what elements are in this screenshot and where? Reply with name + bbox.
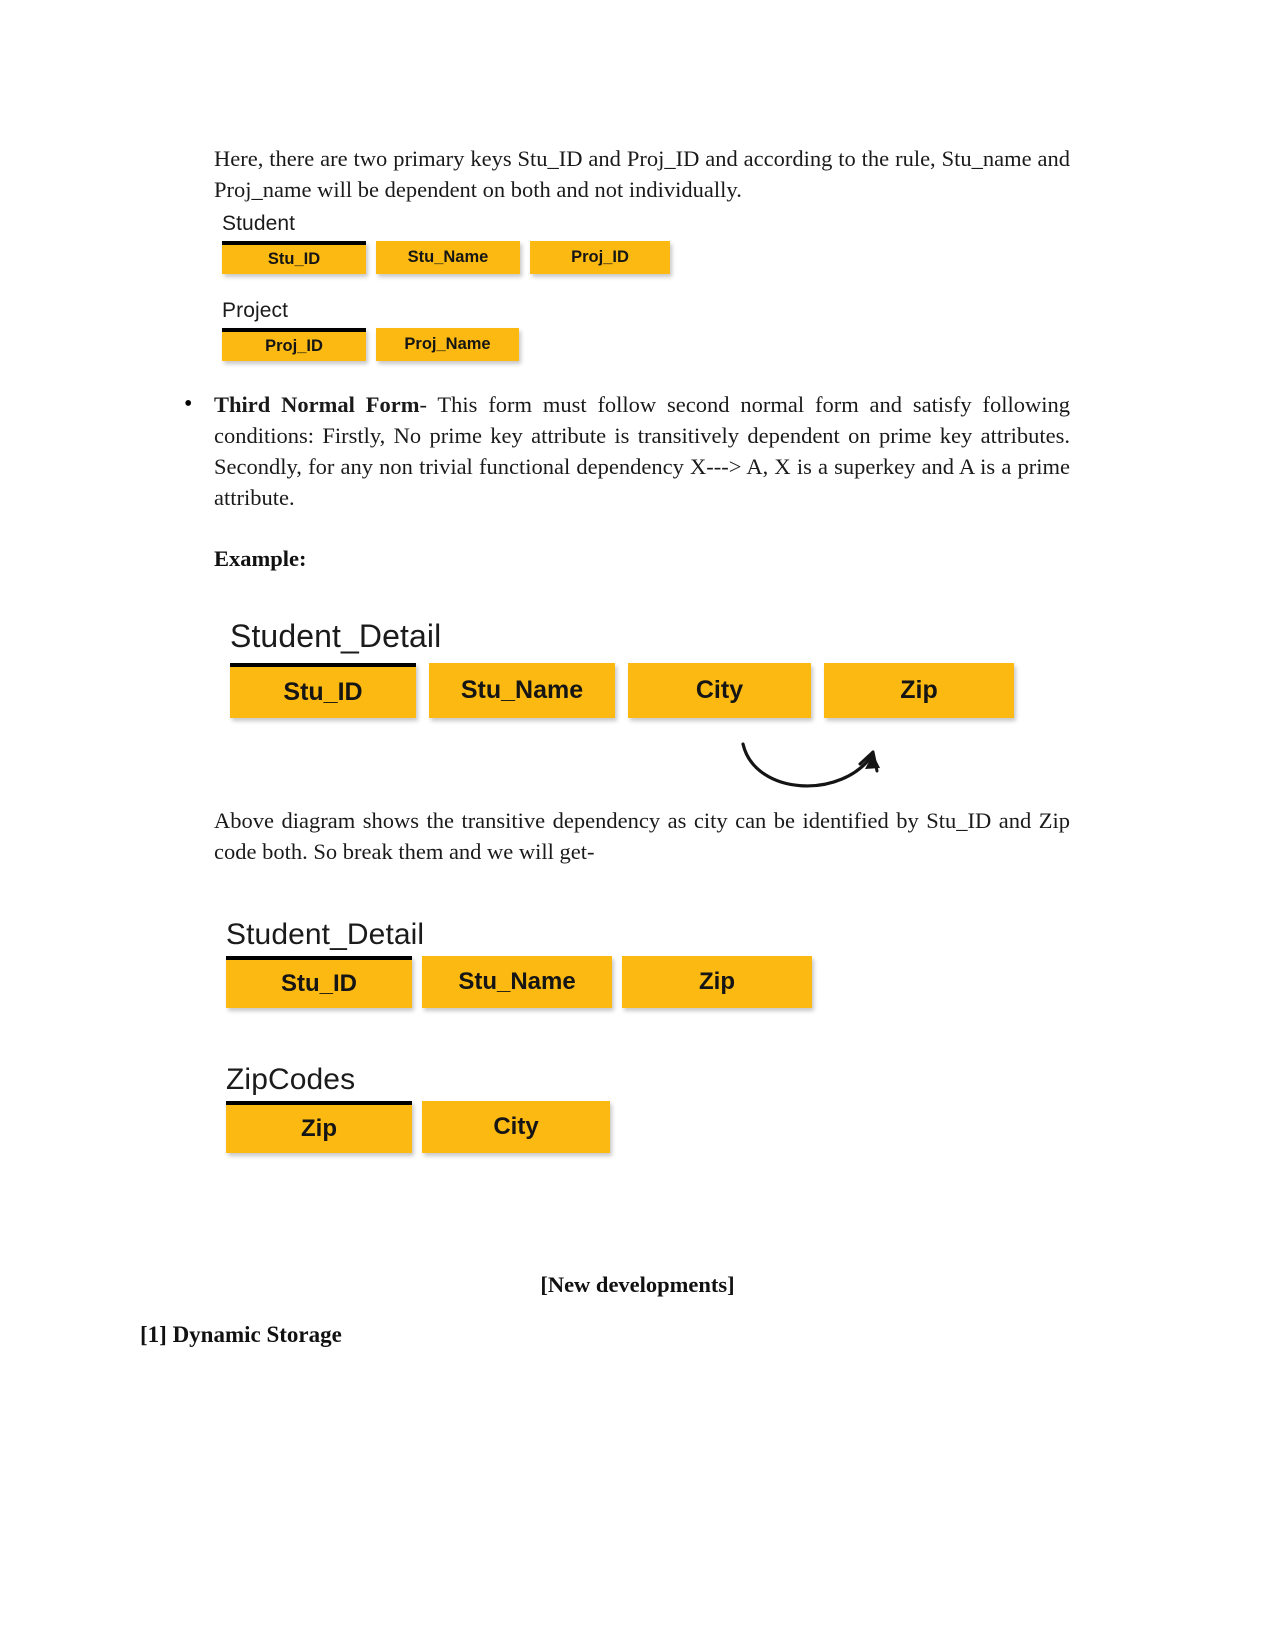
new-developments-heading: [New developments] (540, 1272, 735, 1297)
student-detail-column-city: City (628, 663, 811, 718)
zipcodes-relation-title: ZipCodes (226, 1063, 356, 1096)
student-column-proj-id: Proj_ID (530, 241, 670, 274)
student-detail-split-title: Student_Detail (226, 918, 425, 951)
student-detail-full-title: Student_Detail (230, 618, 442, 654)
zipcodes-relation-diagram: ZipCodes Zip City (226, 1063, 620, 1153)
student-relation-columns: Stu_ID Stu_Name Proj_ID (222, 241, 680, 274)
dynamic-storage-heading: [1] Dynamic Storage (140, 1322, 342, 1347)
student-detail-split-column-stu-name: Stu_Name (422, 956, 612, 1008)
project-column-proj-id: Proj_ID (222, 328, 366, 361)
bullet-marker: • (184, 391, 193, 417)
explanation-paragraph: Above diagram shows the transitive depen… (214, 808, 1070, 864)
student-detail-split-columns: Stu_ID Stu_Name Zip (226, 956, 822, 1008)
student-detail-column-stu-name: Stu_Name (429, 663, 615, 718)
zipcodes-relation-columns: Zip City (226, 1101, 620, 1153)
student-column-stu-name: Stu_Name (376, 241, 520, 274)
document-page: Here, there are two primary keys Stu_ID … (0, 0, 1275, 1650)
zipcodes-column-zip: Zip (226, 1101, 412, 1153)
project-relation-diagram: Project Proj_ID Proj_Name (222, 299, 529, 361)
student-detail-split-column-zip: Zip (622, 956, 812, 1008)
third-normal-form-term: Third Normal Form (214, 392, 420, 417)
student-detail-full-columns: Stu_ID Stu_Name City Zip (230, 663, 1027, 718)
example-label: Example: (214, 546, 307, 571)
student-detail-split-column-stu-id: Stu_ID (226, 956, 412, 1008)
student-detail-column-zip: Zip (824, 663, 1014, 718)
project-relation-title: Project (222, 299, 289, 322)
student-column-stu-id: Stu_ID (222, 241, 366, 274)
transitive-dependency-arrow (741, 742, 880, 788)
student-detail-full-diagram: Student_Detail Stu_ID Stu_Name City Zip (230, 618, 1027, 718)
third-normal-form-bullet: • Third Normal Form- This form must foll… (178, 389, 1070, 513)
student-relation-diagram: Student Stu_ID Stu_Name Proj_ID (222, 212, 680, 274)
student-detail-column-stu-id: Stu_ID (230, 663, 416, 718)
third-normal-form-text: Third Normal Form- This form must follow… (214, 389, 1070, 513)
zipcodes-column-city: City (422, 1101, 610, 1153)
project-column-proj-name: Proj_Name (376, 328, 519, 361)
intro-paragraph: Here, there are two primary keys Stu_ID … (214, 146, 1070, 202)
project-relation-columns: Proj_ID Proj_Name (222, 328, 529, 361)
student-relation-title: Student (222, 212, 296, 235)
student-detail-split-diagram: Student_Detail Stu_ID Stu_Name Zip (226, 918, 822, 1008)
